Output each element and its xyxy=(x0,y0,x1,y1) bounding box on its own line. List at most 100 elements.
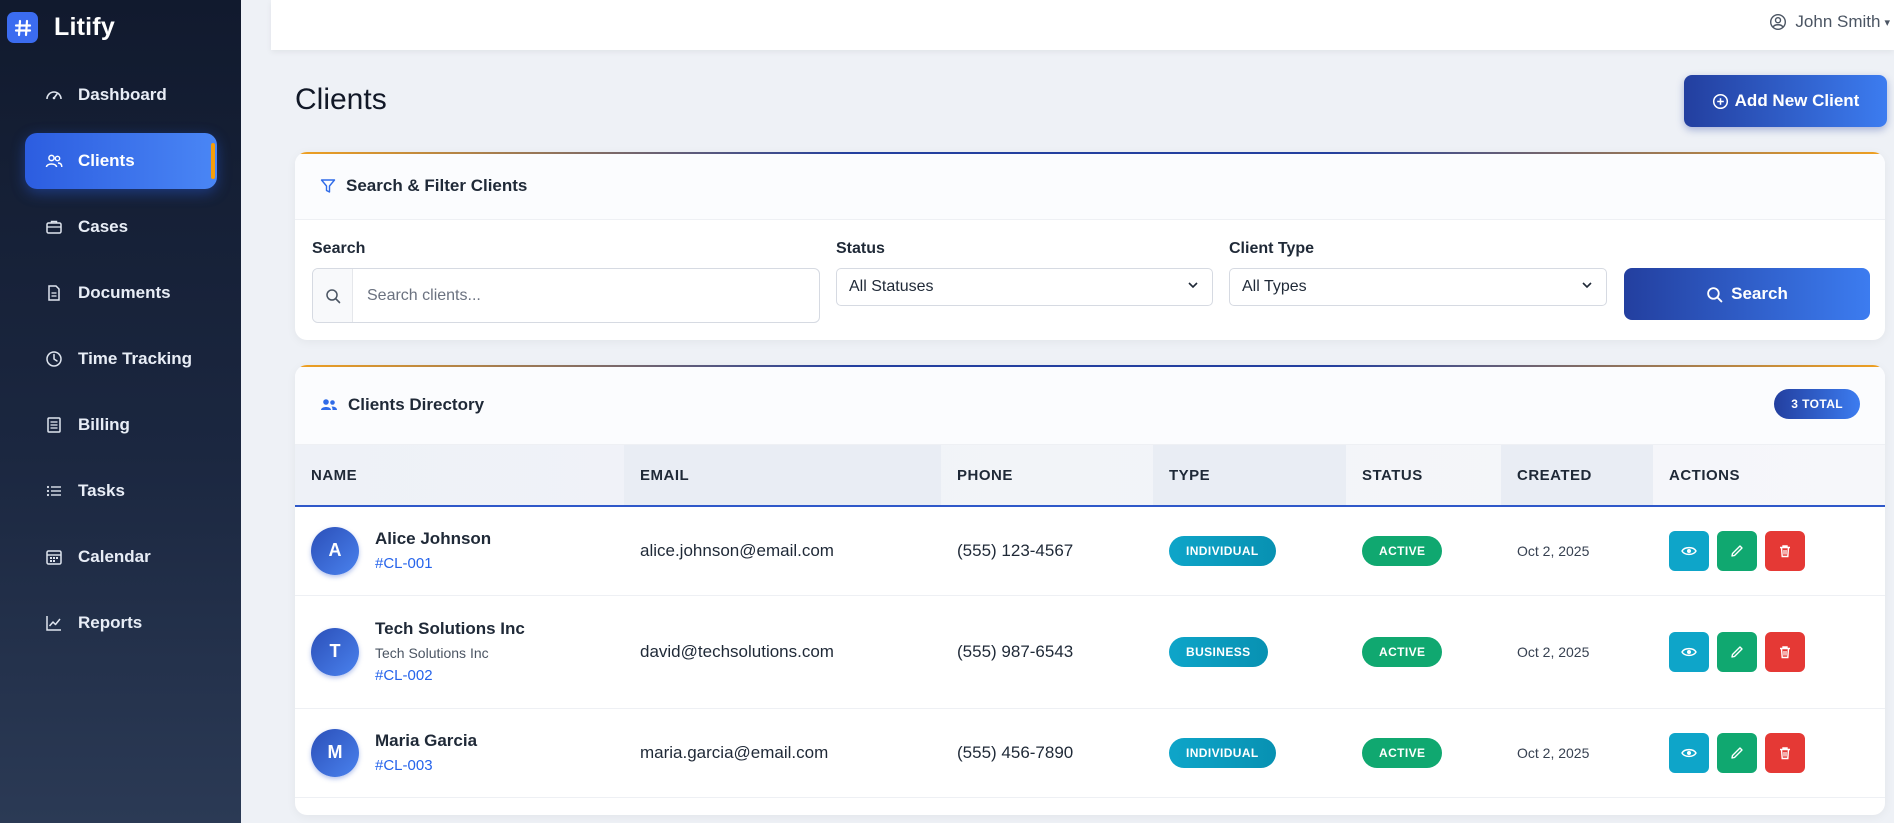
client-email: alice.johnson@email.com xyxy=(624,506,941,596)
column-header-email[interactable]: EMAIL xyxy=(624,445,941,507)
users-icon xyxy=(320,396,338,414)
status-select[interactable]: All Statuses xyxy=(836,268,1213,306)
actions-cell xyxy=(1653,595,1885,709)
client-name[interactable]: Alice Johnson xyxy=(375,529,491,549)
sidebar-item-label: Tasks xyxy=(78,481,125,500)
search-icon xyxy=(1706,286,1723,303)
delete-button[interactable] xyxy=(1765,732,1805,773)
status-cell: ACTIVE xyxy=(1346,595,1501,709)
sidebar-item-cases[interactable]: Cases xyxy=(25,199,217,255)
delete-button[interactable] xyxy=(1765,631,1805,672)
search-button[interactable]: Search xyxy=(1624,268,1870,320)
client-type-select[interactable]: All Types xyxy=(1229,268,1607,306)
sidebar-item-label: Clients xyxy=(78,151,135,170)
created-date: Oct 2, 2025 xyxy=(1501,595,1653,709)
filter-card: Search & Filter Clients Search Search cl… xyxy=(295,152,1885,340)
calendar-icon xyxy=(45,548,63,566)
chart-line-icon xyxy=(45,614,63,632)
page-title: Clients xyxy=(295,83,387,116)
sidebar-item-tasks[interactable]: Tasks xyxy=(25,463,217,519)
search-icon xyxy=(313,269,353,322)
client-identity: A Alice Johnson #CL-001 xyxy=(311,526,624,575)
row-actions xyxy=(1669,631,1885,672)
status-badge: ACTIVE xyxy=(1362,737,1443,768)
type-badge: BUSINESS xyxy=(1169,636,1268,667)
sidebar-item-label: Calendar xyxy=(78,547,151,566)
client-id[interactable]: #CL-002 xyxy=(375,667,525,684)
type-badge: INDIVIDUAL xyxy=(1169,737,1276,768)
edit-button[interactable] xyxy=(1717,631,1757,672)
name-cell: A Alice Johnson #CL-001 xyxy=(295,506,624,596)
client-name[interactable]: Maria Garcia xyxy=(375,731,477,751)
column-header-status[interactable]: STATUS xyxy=(1346,445,1501,507)
column-header-type[interactable]: TYPE xyxy=(1153,445,1346,507)
sidebar-item-time-tracking[interactable]: Time Tracking xyxy=(25,331,217,387)
view-button[interactable] xyxy=(1669,732,1709,773)
client-phone: (555) 123-4567 xyxy=(941,506,1153,596)
sidebar-item-documents[interactable]: Documents xyxy=(25,265,217,321)
delete-button[interactable] xyxy=(1765,530,1805,571)
trash-icon xyxy=(1780,545,1790,557)
view-button[interactable] xyxy=(1669,530,1709,571)
sidebar-item-calendar[interactable]: Calendar xyxy=(25,529,217,585)
actions-cell xyxy=(1653,506,1885,596)
edit-button[interactable] xyxy=(1717,732,1757,773)
avatar: T xyxy=(311,627,359,676)
column-header-phone[interactable]: PHONE xyxy=(941,445,1153,507)
brand[interactable]: Litify xyxy=(7,12,115,43)
clients-directory-card: Clients Directory 3 TOTAL NAME EMAIL PHO… xyxy=(295,365,1885,815)
add-client-button[interactable]: Add New Client xyxy=(1684,75,1887,127)
clock-icon xyxy=(45,350,63,368)
client-name[interactable]: Tech Solutions Inc xyxy=(375,619,525,639)
table-row[interactable]: A Alice Johnson #CL-001 alice.johnson@em… xyxy=(295,506,1885,596)
avatar: M xyxy=(311,728,359,777)
users-icon xyxy=(45,152,63,170)
user-menu[interactable]: John Smith ▾ xyxy=(1769,12,1890,32)
chevron-down-icon xyxy=(1580,278,1594,297)
filter-title: Search & Filter Clients xyxy=(346,175,528,195)
sidebar-item-reports[interactable]: Reports xyxy=(25,595,217,651)
search-input[interactable]: Search clients... xyxy=(312,268,820,323)
type-cell: INDIVIDUAL xyxy=(1153,708,1346,798)
view-button[interactable] xyxy=(1669,631,1709,672)
table-row[interactable]: M Maria Garcia #CL-003 maria.garcia@emai… xyxy=(295,708,1885,798)
directory-card-header: Clients Directory 3 TOTAL xyxy=(295,365,1885,445)
document-icon xyxy=(45,284,63,302)
directory-title: Clients Directory xyxy=(348,394,485,414)
add-client-label: Add New Client xyxy=(1734,91,1860,110)
edit-button[interactable] xyxy=(1717,530,1757,571)
status-badge: ACTIVE xyxy=(1362,535,1443,566)
client-company: Tech Solutions Inc xyxy=(375,645,489,661)
created-date: Oct 2, 2025 xyxy=(1501,708,1653,798)
name-cell: T Tech Solutions Inc Tech Solutions Inc … xyxy=(295,595,624,709)
column-header-name[interactable]: NAME xyxy=(295,445,624,507)
sidebar-item-label: Dashboard xyxy=(78,85,167,104)
sidebar-item-label: Time Tracking xyxy=(78,349,193,368)
sidebar-item-clients[interactable]: Clients xyxy=(25,133,217,189)
clients-table: NAME EMAIL PHONE TYPE STATUS CREATED ACT… xyxy=(295,445,1885,798)
search-button-label: Search xyxy=(1731,284,1788,303)
trash-icon xyxy=(1780,746,1790,759)
user-name: John Smith xyxy=(1795,12,1881,31)
sidebar: Litify Dashboard Clients Cases Documents… xyxy=(0,0,241,823)
filter-card-header: Search & Filter Clients xyxy=(295,152,1885,220)
table-header-row: NAME EMAIL PHONE TYPE STATUS CREATED ACT… xyxy=(295,445,1885,507)
table-row[interactable]: T Tech Solutions Inc Tech Solutions Inc … xyxy=(295,595,1885,709)
sidebar-item-billing[interactable]: Billing xyxy=(25,397,217,453)
status-select-value: All Statuses xyxy=(849,278,934,295)
client-id[interactable]: #CL-001 xyxy=(375,555,491,572)
eye-icon xyxy=(1681,546,1697,555)
topbar: John Smith ▾ xyxy=(271,0,1894,50)
column-header-created: CREATED xyxy=(1501,445,1653,507)
eye-icon xyxy=(1681,748,1697,757)
row-actions xyxy=(1669,530,1885,571)
row-actions xyxy=(1669,732,1885,773)
client-identity: T Tech Solutions Inc Tech Solutions Inc … xyxy=(311,619,624,684)
client-name-block: Maria Garcia #CL-003 xyxy=(375,731,477,774)
client-id[interactable]: #CL-003 xyxy=(375,757,477,774)
client-type-select-value: All Types xyxy=(1242,278,1307,295)
sidebar-item-dashboard[interactable]: Dashboard xyxy=(25,67,217,123)
pencil-icon xyxy=(1731,645,1743,658)
list-icon xyxy=(45,482,63,500)
plus-circle-icon xyxy=(1712,93,1729,110)
